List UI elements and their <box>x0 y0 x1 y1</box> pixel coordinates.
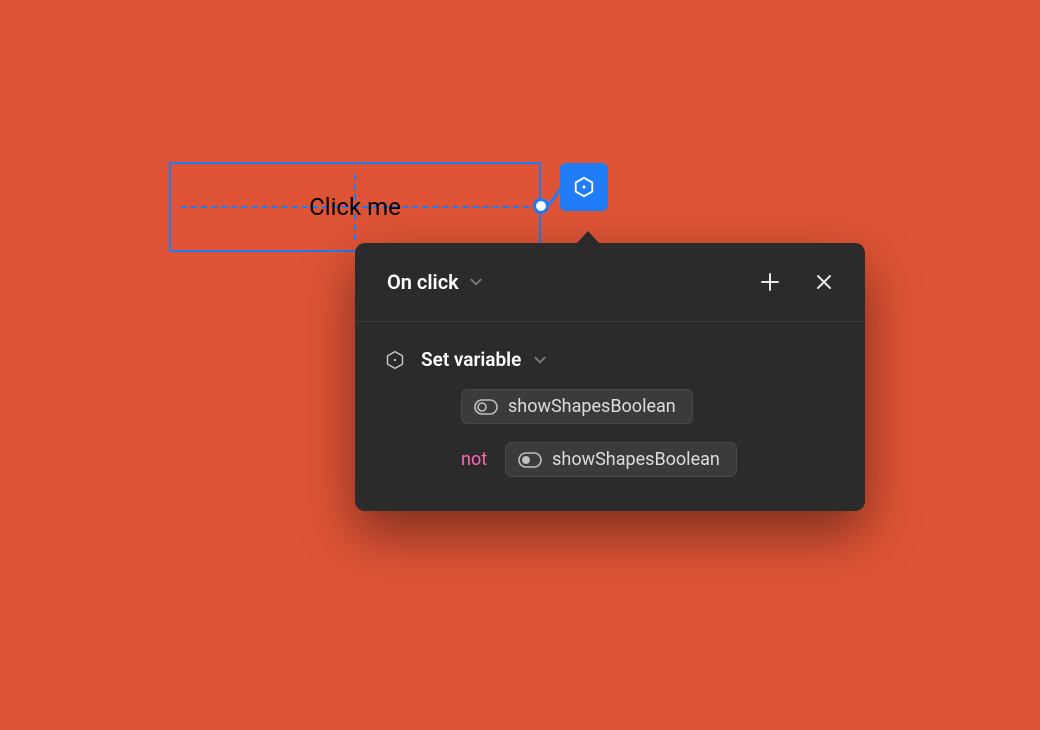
selected-frame[interactable]: Click me <box>169 162 541 252</box>
close-panel-button[interactable] <box>809 267 839 297</box>
value-variable-pill[interactable]: showShapesBoolean <box>505 442 737 477</box>
not-keyword[interactable]: not <box>461 449 487 470</box>
add-action-button[interactable] <box>755 267 785 297</box>
target-variable-name: showShapesBoolean <box>508 396 676 417</box>
interaction-badge[interactable] <box>560 163 608 211</box>
panel-body: Set variable showShapesBoolean <box>355 322 865 511</box>
value-variable-name: showShapesBoolean <box>552 449 720 470</box>
target-variable-pill[interactable]: showShapesBoolean <box>461 389 693 424</box>
boolean-variable-icon <box>474 399 498 415</box>
value-expression-row: not showShapesBoolean <box>461 442 839 477</box>
panel-caret <box>576 231 600 244</box>
hexagon-dot-icon <box>573 176 595 198</box>
trigger-label[interactable]: On click <box>387 270 459 294</box>
close-icon <box>814 272 834 292</box>
panel-header: On click <box>355 243 865 322</box>
action-type-row[interactable]: Set variable <box>385 348 839 371</box>
chevron-down-icon[interactable] <box>469 275 483 289</box>
action-type-label: Set variable <box>421 348 521 371</box>
design-canvas[interactable]: Click me On click <box>0 0 1040 730</box>
interaction-panel: On click Set vari <box>355 243 865 511</box>
selected-frame-label: Click me <box>309 195 401 219</box>
boolean-variable-icon <box>518 452 542 468</box>
hexagon-dot-icon <box>385 350 405 370</box>
chevron-down-icon[interactable] <box>533 353 547 367</box>
plus-icon <box>759 271 781 293</box>
prototype-connector-origin[interactable] <box>533 198 549 214</box>
target-variable-row: showShapesBoolean <box>461 389 839 424</box>
